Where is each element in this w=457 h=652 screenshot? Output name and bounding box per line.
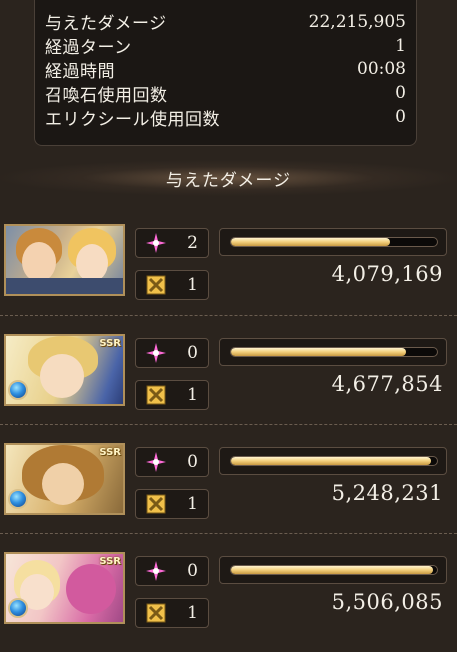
ssr-light-character-portrait[interactable]: SSR [4,334,125,406]
ssr-lion-character-portrait[interactable]: SSR [4,443,125,515]
turns-label: 経過ターン [45,38,132,59]
ability-count-box: 1 [135,598,209,628]
ability-count: 1 [187,385,198,405]
damage-gauge [219,228,447,256]
character-row: SSR 0 1 4,677,854 [0,334,457,434]
summary-row-elixir: エリクシール使用回数 0 [45,105,406,130]
sparkle-icon [144,341,168,365]
water-element-icon [8,380,28,400]
ability-icon [144,383,168,407]
row-divider [0,315,457,316]
turns-value: 1 [395,35,406,56]
star-count-box: 0 [135,338,209,368]
ability-count-box: 1 [135,380,209,410]
water-element-icon [8,598,28,618]
battle-summary-panel: 与えたダメージ 22,215,905 経過ターン 1 経過時間 00:08 召喚… [34,0,417,146]
summary-row-turns: 経過ターン 1 [45,34,406,59]
ssr-rarity-badge: SSR [99,447,121,458]
damage-gauge [219,338,447,366]
damage-amount: 4,079,169 [331,262,443,286]
elixir-value: 0 [395,107,406,128]
main-character-portrait[interactable] [4,224,125,296]
sparkle-icon [144,231,168,255]
ability-count-box: 1 [135,489,209,519]
summary-row-summon: 召喚石使用回数 0 [45,81,406,106]
ability-count: 1 [187,275,198,295]
character-row: 2 1 4,079,169 [0,224,457,324]
damage-amount: 4,677,854 [331,372,443,396]
ssr-rarity-badge: SSR [99,556,121,567]
star-count: 2 [187,233,198,253]
ability-count: 1 [187,494,198,514]
summon-value: 0 [395,83,406,104]
damage-amount: 5,248,231 [331,481,443,505]
ability-icon [144,273,168,297]
damage-value: 22,215,905 [308,11,406,32]
damage-amount: 5,506,085 [331,590,443,614]
gauge-fill [231,566,433,574]
gauge-fill [231,238,390,246]
character-row: SSR 0 1 5,248,231 [0,443,457,543]
star-count-box: 0 [135,447,209,477]
section-title: 与えたダメージ [0,160,457,196]
summon-label: 召喚石使用回数 [45,85,168,106]
ability-count: 1 [187,603,198,623]
ability-count-box: 1 [135,270,209,300]
sparkle-icon [144,559,168,583]
summary-row-damage: 与えたダメージ 22,215,905 [45,10,406,35]
star-count: 0 [187,452,198,472]
gauge-fill [231,457,431,465]
elixir-label: エリクシール使用回数 [45,109,220,130]
ability-icon [144,601,168,625]
damage-gauge [219,556,447,584]
character-row: SSR 0 1 5,506,085 [0,552,457,652]
time-label: 経過時間 [45,62,115,82]
row-divider [0,533,457,534]
time-value: 00:08 [357,59,406,80]
water-element-icon [8,489,28,509]
sparkle-icon [144,450,168,474]
star-count-box: 0 [135,556,209,586]
damage-gauge [219,447,447,475]
row-divider [0,424,457,425]
gauge-fill [231,348,407,356]
star-count: 0 [187,343,198,363]
damage-label: 与えたダメージ [45,14,167,35]
summary-row-time: 経過時間 00:08 [45,58,406,82]
star-count-box: 2 [135,228,209,258]
ability-icon [144,492,168,516]
ssr-dragon-character-portrait[interactable]: SSR [4,552,125,624]
ssr-rarity-badge: SSR [99,338,121,349]
star-count: 0 [187,561,198,581]
